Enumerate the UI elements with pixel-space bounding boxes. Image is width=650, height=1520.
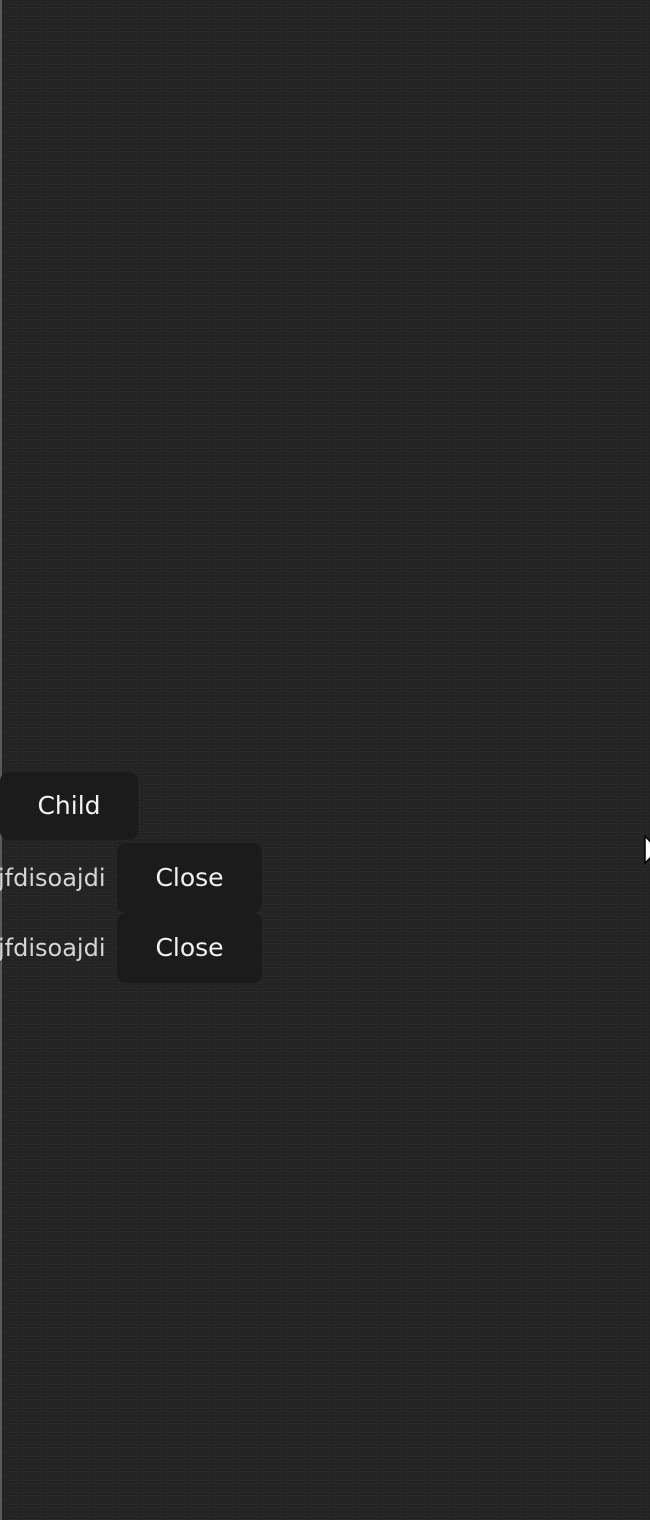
mouse-pointer-icon xyxy=(644,835,650,869)
page: Child jfdisoajdi Close jfdisoajdi Close xyxy=(0,0,650,1520)
left-edge-divider xyxy=(0,0,2,1520)
close-button[interactable]: Close xyxy=(117,913,262,983)
list-item-text: jfdisoajdi xyxy=(0,864,106,892)
list-item: jfdisoajdi Close xyxy=(0,913,265,983)
close-button[interactable]: Close xyxy=(117,843,262,913)
list-item: jfdisoajdi Close xyxy=(0,843,265,913)
child-button[interactable]: Child xyxy=(0,772,138,840)
list-item-text: jfdisoajdi xyxy=(0,934,106,962)
